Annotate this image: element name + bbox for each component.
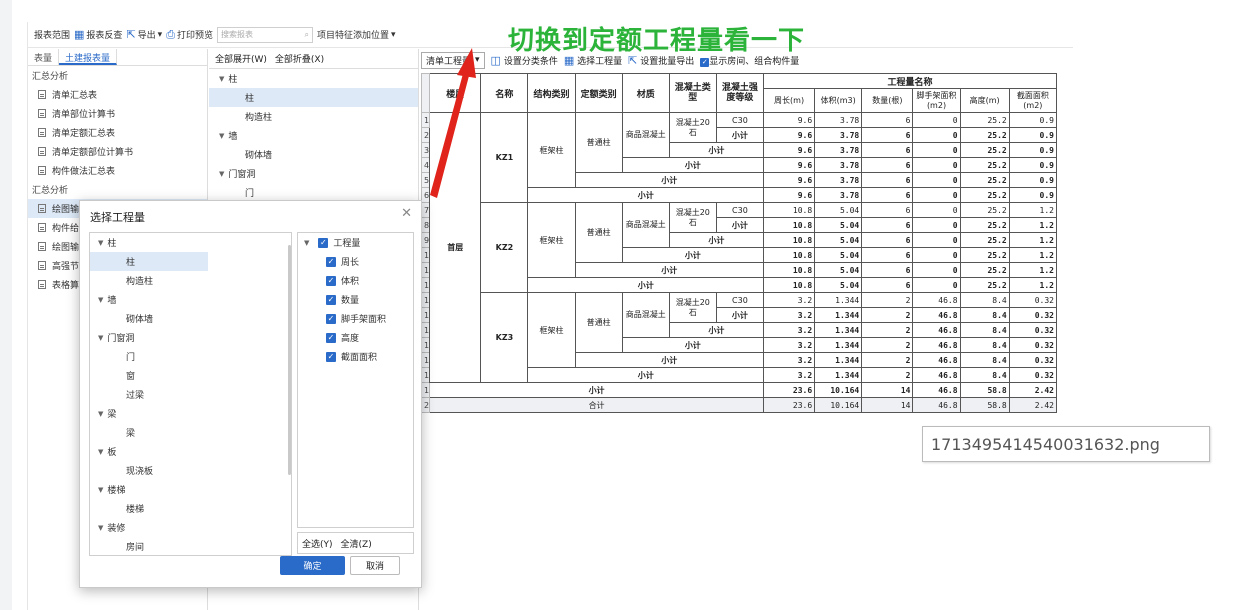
scrollbar[interactable] — [288, 245, 291, 475]
dialog-title: 选择工程量 — [90, 211, 145, 224]
tree-node[interactable]: ▼ 装修 — [90, 518, 291, 537]
caret-down-icon: ▼ — [98, 409, 104, 418]
check-root[interactable]: ▼ ✓ 工程量 — [298, 233, 413, 252]
quantity-checkbox[interactable]: ✓ 脚手架面积 — [298, 309, 413, 328]
arrow-shaft — [430, 70, 470, 198]
select-actions: 全选(Y) 全清(Z) — [297, 532, 414, 554]
cancel-button[interactable]: 取消 — [350, 556, 400, 575]
caret-down-icon: ▼ — [98, 523, 104, 532]
arrow-head — [457, 48, 476, 78]
quantity-checkbox[interactable]: ✓ 数量 — [298, 290, 413, 309]
caret-down-icon: ▼ — [98, 447, 104, 456]
tree-node[interactable]: 房间 — [90, 537, 291, 555]
quantity-check-list: ▼ ✓ 工程量 ✓ 周长 ✓ 体积 ✓ 数量 ✓ 脚手架面积 ✓ 高度 ✓ 截面面积 — [297, 232, 414, 528]
tree-node[interactable]: 柱 — [90, 252, 208, 271]
tree-node[interactable]: 构造柱 — [90, 271, 291, 290]
checkbox-checked-icon: ✓ — [326, 275, 336, 286]
tree-node[interactable]: 楼梯 — [90, 499, 291, 518]
tree-node[interactable]: ▼ 板 — [90, 442, 291, 461]
checkbox-checked-icon: ✓ — [326, 313, 336, 324]
caret-down-icon: ▼ — [304, 238, 310, 247]
caret-down-icon: ▼ — [98, 485, 104, 494]
tree-node[interactable]: ▼ 墙 — [90, 290, 291, 309]
tree-node[interactable]: 现浇板 — [90, 461, 291, 480]
close-icon[interactable]: ✕ — [401, 206, 412, 221]
tree-node[interactable]: 窗 — [90, 366, 291, 385]
check-items: ✓ 周长 ✓ 体积 ✓ 数量 ✓ 脚手架面积 ✓ 高度 ✓ 截面面积 — [298, 252, 413, 366]
tree-node[interactable]: ▼ 柱 — [90, 233, 291, 252]
ok-button[interactable]: 确定 — [280, 556, 345, 575]
clear-all-button[interactable]: 全清(Z) — [341, 537, 372, 550]
select-quantity-dialog: 选择工程量 ✕ ▼ 柱柱构造柱 ▼ 墙砌体墙 ▼ 门窗洞门窗过梁 ▼ 梁梁 ▼ 板现浇板 ▼ 楼梯 楼梯… — [79, 200, 422, 588]
tree-node[interactable]: ▼ 楼梯 — [90, 480, 291, 499]
tree-node[interactable]: 砌体墙 — [90, 309, 291, 328]
tree-node[interactable]: 梁 — [90, 423, 291, 442]
tree-node[interactable]: 过梁 — [90, 385, 291, 404]
checkbox-checked-icon: ✓ — [326, 332, 336, 343]
checkbox-checked-icon: ✓ — [326, 294, 336, 305]
quantity-checkbox[interactable]: ✓ 高度 — [298, 328, 413, 347]
quantity-checkbox[interactable]: ✓ 周长 — [298, 252, 413, 271]
tree-node[interactable]: ▼ 梁 — [90, 404, 291, 423]
screen: 报表范围 ▦ 报表反查 ⇱ 导出 ▾ ⎙ 打印预览 搜索报表 ⌕ 项目特征添加位置 ▾ 表量… — [0, 0, 1252, 610]
checkbox-checked-icon: ✓ — [318, 237, 329, 248]
quantity-checkbox[interactable]: ✓ 体积 — [298, 271, 413, 290]
quantity-checkbox[interactable]: ✓ 截面面积 — [298, 347, 413, 366]
checkbox-checked-icon: ✓ — [326, 256, 336, 267]
dialog-tree: ▼ 柱柱构造柱 ▼ 墙砌体墙 ▼ 门窗洞门窗过梁 ▼ 梁梁 ▼ 板现浇板 ▼ 楼梯 楼梯 ▼ 装修 房间 — [90, 233, 291, 555]
tree-node[interactable]: ▼ 门窗洞 — [90, 328, 291, 347]
caret-down-icon: ▼ — [98, 238, 104, 247]
filename-tag: 1713495414540031632.png — [922, 426, 1210, 462]
tree-node[interactable]: 门 — [90, 347, 291, 366]
checkbox-checked-icon: ✓ — [326, 351, 336, 362]
component-type-tree: ▼ 柱柱构造柱 ▼ 墙砌体墙 ▼ 门窗洞门窗过梁 ▼ 梁梁 ▼ 板现浇板 ▼ 楼梯 楼梯 ▼ 装修 房间 — [89, 232, 292, 556]
caret-down-icon: ▼ — [98, 333, 104, 342]
select-all-button[interactable]: 全选(Y) — [302, 537, 333, 550]
caret-down-icon: ▼ — [98, 295, 104, 304]
